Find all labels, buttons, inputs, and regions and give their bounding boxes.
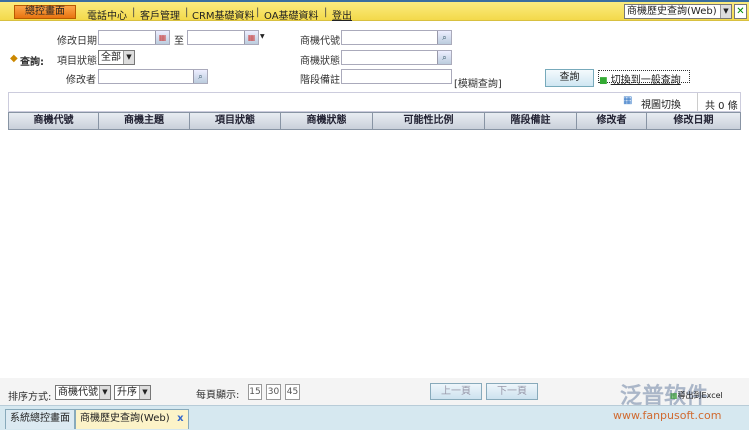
nav-customer[interactable]: 客戶管理	[140, 7, 180, 22]
sort-order-value: 升序	[117, 387, 137, 398]
chevron-down-icon: ▼	[720, 5, 731, 18]
chevron-down-icon[interactable]: ▼	[260, 33, 265, 40]
date-from-input[interactable]: ▦	[98, 30, 170, 45]
column-header[interactable]: 修改者	[577, 113, 647, 129]
modifier-input[interactable]: ⌕	[98, 69, 208, 84]
tab-label: 商機歷史查詢(Web)	[80, 413, 170, 424]
calendar-icon[interactable]: ▦	[155, 31, 169, 44]
opp-status-input[interactable]: ⌕	[341, 50, 452, 65]
column-header[interactable]: 修改日期	[647, 113, 740, 129]
watermark-url: www.fanpusoft.com	[613, 409, 722, 422]
page-select-value: 商機歷史查詢(Web)	[627, 6, 717, 17]
nav-call-center[interactable]: 電話中心	[87, 7, 127, 22]
nav-crm[interactable]: CRM基礎資料	[192, 7, 255, 22]
separator: |	[185, 7, 189, 18]
tab-bar: 系統總控畫面 商機歷史查詢(Web) x www.fanpusoft.com	[0, 405, 749, 430]
next-page-button[interactable]: 下一頁	[486, 383, 538, 400]
fuzzy-search-label: [模糊查詢]	[454, 79, 502, 90]
column-header[interactable]: 商機狀態	[281, 113, 373, 129]
export-label: 導出到Excel	[677, 391, 723, 400]
stage-note-label: 階段備註	[300, 75, 340, 86]
sort-field-value: 商機代號	[58, 387, 98, 398]
column-header[interactable]: 項目狀態	[190, 113, 281, 129]
project-status-value: 全部	[101, 52, 121, 63]
switch-icon: ■	[599, 76, 608, 86]
page-size-45[interactable]: 45	[285, 384, 300, 400]
to-label: 至	[174, 36, 184, 47]
grid-toolbar: ▦ 視圖切換 共 0 條	[8, 92, 741, 112]
separator: |	[324, 7, 328, 18]
column-header[interactable]: 商機主題	[99, 113, 190, 129]
page-size-30[interactable]: 30	[266, 384, 281, 400]
sort-field-select[interactable]: 商機代號 ▼	[55, 385, 111, 400]
lookup-icon[interactable]: ⌕	[437, 51, 451, 64]
column-header[interactable]: 商機代號	[9, 113, 99, 129]
grid-view-icon[interactable]: ▦	[623, 95, 632, 106]
table-header: 商機代號 商機主題 項目狀態 商機狀態 可能性比例 階段備註 修改者 修改日期	[8, 112, 741, 130]
switch-query-link[interactable]: ■ 切換到一般查詢	[598, 70, 690, 86]
separator: |	[132, 7, 136, 18]
tab-system-dashboard[interactable]: 系統總控畫面	[5, 409, 75, 429]
lookup-icon[interactable]: ⌕	[193, 70, 207, 83]
top-nav-bar: 總控畫面 電話中心 | 客戶管理 | CRM基礎資料 | OA基礎資料 | 登出…	[0, 0, 749, 22]
page-size-15[interactable]: 15	[248, 384, 262, 400]
column-header[interactable]: 可能性比例	[373, 113, 485, 129]
export-excel-button[interactable]: ▦導出到Excel	[670, 390, 723, 401]
home-button[interactable]: 總控畫面	[14, 5, 76, 19]
nav-oa[interactable]: OA基礎資料	[264, 7, 319, 22]
record-count: 共 0 條	[705, 101, 738, 112]
lookup-icon[interactable]: ⌕	[437, 31, 451, 44]
diamond-icon: ◆	[10, 53, 18, 64]
modify-date-label: 修改日期	[57, 36, 97, 47]
column-header[interactable]: 階段備註	[485, 113, 577, 129]
sort-order-select[interactable]: 升序 ▼	[114, 385, 151, 400]
query-title: 查詢:	[20, 57, 44, 68]
date-to-input[interactable]: ▦	[187, 30, 259, 45]
chevron-down-icon: ▼	[123, 51, 134, 64]
view-switch-button[interactable]: 視圖切換	[641, 96, 681, 111]
search-button[interactable]: 查詢	[545, 69, 594, 87]
project-status-select[interactable]: 全部 ▼	[98, 50, 135, 65]
opp-code-label: 商機代號	[300, 36, 340, 47]
close-icon[interactable]: x	[177, 410, 183, 428]
tab-opp-history[interactable]: 商機歷史查詢(Web) x	[75, 409, 189, 429]
switch-query-label: 切換到一般查詢	[610, 75, 681, 86]
nav-logout[interactable]: 登出	[332, 7, 352, 22]
project-status-label: 項目狀態	[57, 56, 97, 67]
opp-status-label: 商機狀態	[300, 56, 340, 67]
chevron-down-icon: ▼	[99, 386, 110, 399]
chevron-down-icon: ▼	[139, 386, 150, 399]
excel-icon: ▦	[670, 391, 678, 400]
calendar-icon[interactable]: ▦	[244, 31, 258, 44]
page-select[interactable]: 商機歷史查詢(Web) ▼	[624, 4, 732, 19]
close-icon[interactable]: ✕	[734, 4, 747, 19]
prev-page-button[interactable]: 上一頁	[430, 383, 482, 400]
stage-note-input[interactable]	[341, 69, 452, 84]
per-page-label: 每頁顯示:	[196, 390, 240, 401]
opp-code-input[interactable]: ⌕	[341, 30, 452, 45]
sort-label: 排序方式:	[8, 392, 52, 403]
separator: |	[256, 7, 260, 18]
modifier-label: 修改者	[66, 75, 96, 86]
